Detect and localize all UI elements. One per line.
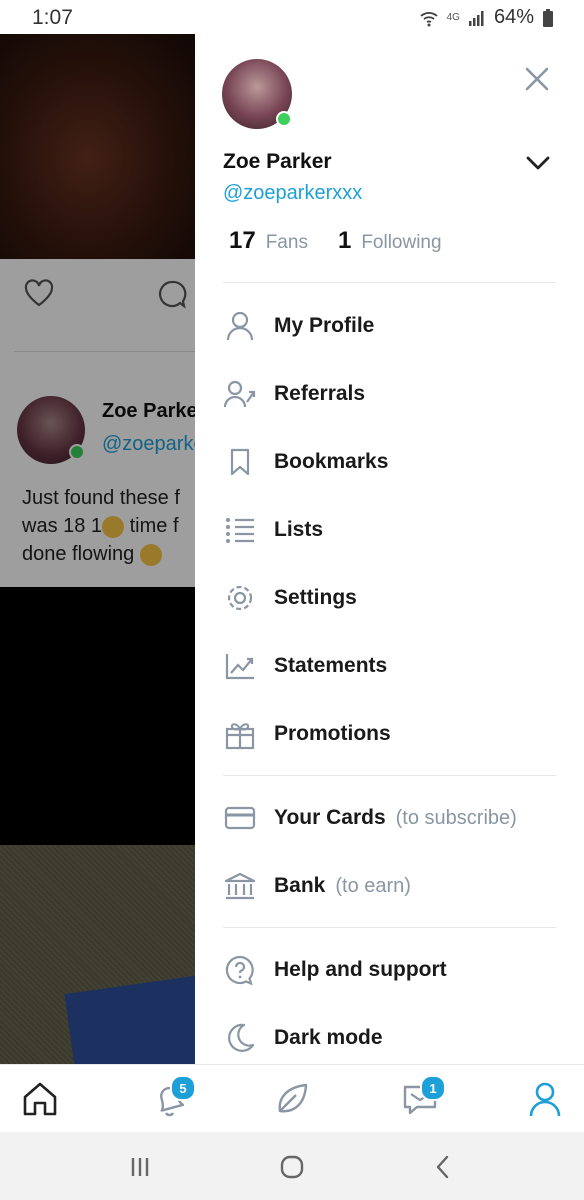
list-icon [223, 513, 257, 547]
menu-item-sublabel: (to subscribe) [395, 806, 517, 829]
menu-divider [223, 927, 556, 928]
menu-item-help-support[interactable]: Help and support [223, 944, 563, 996]
close-icon[interactable] [522, 64, 552, 94]
drawer-backdrop[interactable] [0, 34, 195, 1064]
nav-explore[interactable] [270, 1077, 314, 1121]
menu-item-lists[interactable]: Lists [223, 504, 563, 556]
menu-item-label: Bank [274, 874, 326, 897]
chevron-down-icon[interactable] [524, 152, 552, 174]
bottom-navigation: 5 1 [0, 1064, 584, 1133]
user-avatar[interactable] [222, 59, 292, 129]
nav-home[interactable] [18, 1077, 62, 1121]
menu-item-label: Lists [274, 518, 324, 541]
menu-item-label: Statements [274, 654, 388, 677]
moon-icon [223, 1021, 257, 1055]
menu-item-promotions[interactable]: Promotions [223, 708, 563, 760]
referrals-icon [223, 377, 257, 411]
status-time: 1:07 [32, 6, 73, 29]
fans-label[interactable]: Fans [266, 232, 308, 254]
bookmark-icon [223, 445, 257, 479]
home-circle-icon [280, 1155, 304, 1179]
menu-item-bank[interactable]: Bank (to earn) [223, 860, 563, 912]
menu-item-your-cards[interactable]: Your Cards (to subscribe) [223, 792, 563, 844]
side-drawer: Zoe Parker @zoeparkerxxx 17 Fans 1 Follo… [195, 34, 584, 1064]
notifications-badge: 5 [170, 1075, 196, 1101]
system-navigation [0, 1132, 584, 1200]
help-icon [223, 953, 257, 987]
user-icon [223, 309, 257, 343]
battery-icon [543, 8, 553, 27]
nav-profile[interactable] [523, 1077, 567, 1121]
network-type: 4G [446, 12, 460, 23]
menu-item-dark-mode[interactable]: Dark mode [223, 1012, 563, 1064]
wifi-icon [420, 11, 438, 26]
menu-item-label: My Profile [274, 314, 375, 337]
gear-icon [223, 581, 257, 615]
status-icons: 4G 64% [419, 6, 554, 29]
menu-item-label: Dark mode [274, 1026, 383, 1049]
signal-icon [468, 10, 484, 26]
user-icon [529, 1082, 561, 1117]
back-button[interactable] [428, 1152, 458, 1182]
home-icon [23, 1082, 57, 1116]
menu-item-settings[interactable]: Settings [223, 572, 563, 624]
menu-item-label: Bookmarks [274, 450, 389, 473]
battery-percent: 64% [493, 6, 534, 28]
user-stats: 17 Fans 1 Following [229, 227, 462, 255]
menu-divider [223, 282, 556, 283]
recent-apps-button[interactable] [125, 1152, 155, 1182]
menu-item-label: Referrals [274, 382, 366, 405]
nav-messages[interactable]: 1 [398, 1075, 446, 1121]
menu-item-bookmarks[interactable]: Bookmarks [223, 436, 563, 488]
menu-item-referrals[interactable]: Referrals [223, 368, 563, 420]
following-label[interactable]: Following [361, 232, 441, 254]
recent-apps-icon [131, 1158, 149, 1176]
user-handle[interactable]: @zoeparkerxxx [223, 182, 362, 205]
fans-count[interactable]: 17 [229, 227, 256, 255]
nav-notifications[interactable]: 5 [148, 1075, 196, 1121]
bank-icon [223, 869, 257, 903]
menu-item-label: Promotions [274, 722, 391, 745]
back-icon [436, 1155, 449, 1179]
leaf-icon [278, 1083, 308, 1113]
status-bar: 1:07 4G 64% [0, 0, 584, 34]
menu-divider [223, 775, 556, 776]
card-icon [223, 801, 257, 835]
home-button[interactable] [277, 1152, 307, 1182]
chart-icon [223, 649, 257, 683]
following-count[interactable]: 1 [338, 227, 351, 255]
user-name[interactable]: Zoe Parker [223, 150, 332, 174]
online-dot [276, 111, 292, 127]
menu-item-label: Settings [274, 586, 357, 609]
feed-background: Zoe Parker @zoeparkerxxx Just found thes… [0, 34, 195, 1064]
menu-item-label: Help and support [274, 958, 447, 981]
menu-item-my-profile[interactable]: My Profile [223, 300, 563, 352]
menu-item-statements[interactable]: Statements [223, 640, 563, 692]
menu-item-sublabel: (to earn) [335, 874, 411, 897]
messages-badge: 1 [420, 1075, 446, 1101]
gift-icon [223, 717, 257, 751]
menu-item-label: Your Cards [274, 806, 386, 829]
